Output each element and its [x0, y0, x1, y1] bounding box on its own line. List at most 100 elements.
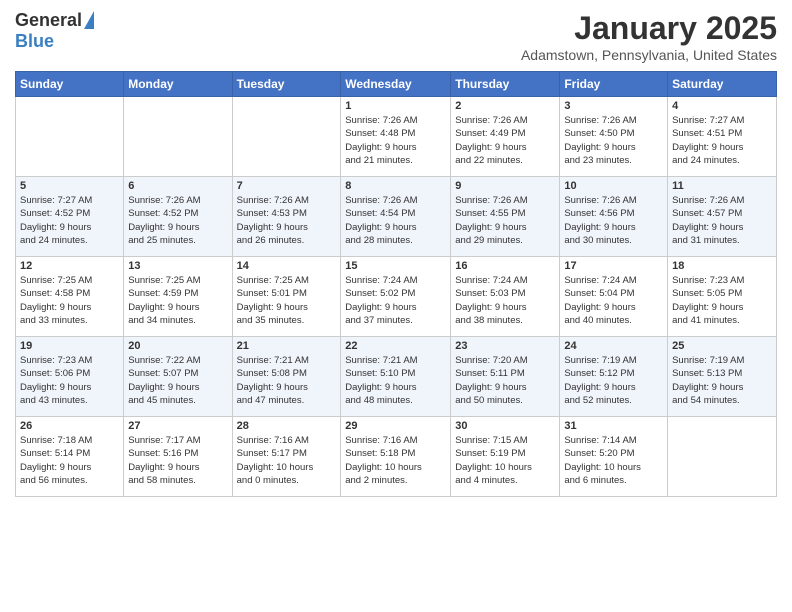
calendar-cell: 24 Sunrise: 7:19 AMSunset: 5:12 PMDayligh… — [560, 337, 668, 417]
day-info: Sunrise: 7:21 AMSunset: 5:10 PMDaylight:… — [345, 354, 446, 407]
day-number: 24 — [564, 340, 663, 352]
calendar-cell: 11 Sunrise: 7:26 AMSunset: 4:57 PMDayligh… — [668, 177, 777, 257]
day-info: Sunrise: 7:23 AMSunset: 5:06 PMDaylight:… — [20, 354, 119, 407]
logo-general-text: General — [15, 10, 82, 31]
day-number: 10 — [564, 180, 663, 192]
calendar-cell: 25Sunrise: 7:19 AMSunset: 5:13 PMDayligh… — [668, 337, 777, 417]
calendar-cell: 29 Sunrise: 7:16 AMSunset: 5:18 PMDayligh… — [341, 417, 451, 497]
calendar-table: Sunday Monday Tuesday Wednesday Thursday… — [15, 71, 777, 497]
calendar-cell: 27 Sunrise: 7:17 AMSunset: 5:16 PMDayligh… — [124, 417, 232, 497]
calendar-cell: 14 Sunrise: 7:25 AMSunset: 5:01 PMDayligh… — [232, 257, 341, 337]
day-number: 28 — [237, 420, 337, 432]
day-number: 18 — [672, 260, 772, 272]
day-info: Sunrise: 7:26 AMSunset: 4:50 PMDaylight:… — [564, 114, 663, 167]
day-info: Sunrise: 7:14 AMSunset: 5:20 PMDaylight:… — [564, 434, 663, 487]
calendar-cell: 22 Sunrise: 7:21 AMSunset: 5:10 PMDayligh… — [341, 337, 451, 417]
logo: General Blue — [15, 10, 94, 52]
logo-blue-text: Blue — [15, 31, 54, 52]
day-info: Sunrise: 7:19 AMSunset: 5:12 PMDaylight:… — [564, 354, 663, 407]
day-number: 1 — [345, 100, 446, 112]
month-title: January 2025 — [521, 10, 777, 47]
calendar-cell: 17 Sunrise: 7:24 AMSunset: 5:04 PMDayligh… — [560, 257, 668, 337]
calendar-cell: 16Sunrise: 7:24 AMSunset: 5:03 PMDayligh… — [451, 257, 560, 337]
day-number: 3 — [564, 100, 663, 112]
day-number: 25 — [672, 340, 772, 352]
calendar-cell: 28Sunrise: 7:16 AMSunset: 5:17 PMDayligh… — [232, 417, 341, 497]
day-info: Sunrise: 7:17 AMSunset: 5:16 PMDaylight:… — [128, 434, 227, 487]
day-number: 6 — [128, 180, 227, 192]
day-info: Sunrise: 7:22 AMSunset: 5:07 PMDaylight:… — [128, 354, 227, 407]
calendar-week-row: 1 Sunrise: 7:26 AMSunset: 4:48 PMDaylight… — [16, 97, 777, 177]
calendar-header-row: Sunday Monday Tuesday Wednesday Thursday… — [16, 72, 777, 97]
day-number: 26 — [20, 420, 119, 432]
day-info: Sunrise: 7:25 AMSunset: 5:01 PMDaylight:… — [237, 274, 337, 327]
calendar-cell: 20 Sunrise: 7:22 AMSunset: 5:07 PMDayligh… — [124, 337, 232, 417]
day-info: Sunrise: 7:16 AMSunset: 5:18 PMDaylight:… — [345, 434, 446, 487]
day-info: Sunrise: 7:26 AMSunset: 4:54 PMDaylight:… — [345, 194, 446, 247]
logo-text: General — [15, 10, 94, 31]
col-wednesday: Wednesday — [341, 72, 451, 97]
calendar-week-row: 19 Sunrise: 7:23 AMSunset: 5:06 PMDayligh… — [16, 337, 777, 417]
day-info: Sunrise: 7:25 AMSunset: 4:58 PMDaylight:… — [20, 274, 119, 327]
col-sunday: Sunday — [16, 72, 124, 97]
day-number: 7 — [237, 180, 337, 192]
calendar-cell: 9Sunrise: 7:26 AMSunset: 4:55 PMDaylight… — [451, 177, 560, 257]
calendar-cell — [668, 417, 777, 497]
calendar-cell: 12 Sunrise: 7:25 AMSunset: 4:58 PMDayligh… — [16, 257, 124, 337]
day-number: 19 — [20, 340, 119, 352]
calendar-cell: 31 Sunrise: 7:14 AMSunset: 5:20 PMDayligh… — [560, 417, 668, 497]
col-thursday: Thursday — [451, 72, 560, 97]
day-number: 11 — [672, 180, 772, 192]
header: General Blue January 2025 Adamstown, Pen… — [15, 10, 777, 63]
day-number: 22 — [345, 340, 446, 352]
day-number: 23 — [455, 340, 555, 352]
col-saturday: Saturday — [668, 72, 777, 97]
day-info: Sunrise: 7:26 AMSunset: 4:53 PMDaylight:… — [237, 194, 337, 247]
calendar-cell: 1 Sunrise: 7:26 AMSunset: 4:48 PMDaylight… — [341, 97, 451, 177]
calendar-cell: 13Sunrise: 7:25 AMSunset: 4:59 PMDayligh… — [124, 257, 232, 337]
day-number: 15 — [345, 260, 446, 272]
day-number: 9 — [455, 180, 555, 192]
calendar-cell: 19 Sunrise: 7:23 AMSunset: 5:06 PMDayligh… — [16, 337, 124, 417]
day-info: Sunrise: 7:24 AMSunset: 5:04 PMDaylight:… — [564, 274, 663, 327]
day-info: Sunrise: 7:27 AMSunset: 4:52 PMDaylight:… — [20, 194, 119, 247]
day-info: Sunrise: 7:26 AMSunset: 4:56 PMDaylight:… — [564, 194, 663, 247]
day-number: 5 — [20, 180, 119, 192]
day-info: Sunrise: 7:20 AMSunset: 5:11 PMDaylight:… — [455, 354, 555, 407]
logo-triangle-icon — [84, 11, 94, 29]
calendar-cell: 26 Sunrise: 7:18 AMSunset: 5:14 PMDayligh… — [16, 417, 124, 497]
calendar-cell: 8Sunrise: 7:26 AMSunset: 4:54 PMDaylight… — [341, 177, 451, 257]
day-number: 20 — [128, 340, 227, 352]
day-info: Sunrise: 7:18 AMSunset: 5:14 PMDaylight:… — [20, 434, 119, 487]
day-info: Sunrise: 7:26 AMSunset: 4:52 PMDaylight:… — [128, 194, 227, 247]
day-number: 13 — [128, 260, 227, 272]
calendar-cell: 3 Sunrise: 7:26 AMSunset: 4:50 PMDaylight… — [560, 97, 668, 177]
calendar-cell: 10 Sunrise: 7:26 AMSunset: 4:56 PMDayligh… — [560, 177, 668, 257]
calendar-cell: 6 Sunrise: 7:26 AMSunset: 4:52 PMDaylight… — [124, 177, 232, 257]
day-info: Sunrise: 7:26 AMSunset: 4:49 PMDaylight:… — [455, 114, 555, 167]
day-info: Sunrise: 7:23 AMSunset: 5:05 PMDaylight:… — [672, 274, 772, 327]
day-number: 16 — [455, 260, 555, 272]
calendar-cell: 23 Sunrise: 7:20 AMSunset: 5:11 PMDayligh… — [451, 337, 560, 417]
day-number: 29 — [345, 420, 446, 432]
calendar-cell — [232, 97, 341, 177]
day-info: Sunrise: 7:21 AMSunset: 5:08 PMDaylight:… — [237, 354, 337, 407]
day-number: 27 — [128, 420, 227, 432]
title-block: January 2025 Adamstown, Pennsylvania, Un… — [521, 10, 777, 63]
day-number: 17 — [564, 260, 663, 272]
day-number: 12 — [20, 260, 119, 272]
page: General Blue January 2025 Adamstown, Pen… — [0, 0, 792, 612]
calendar-cell: 7 Sunrise: 7:26 AMSunset: 4:53 PMDaylight… — [232, 177, 341, 257]
day-info: Sunrise: 7:26 AMSunset: 4:57 PMDaylight:… — [672, 194, 772, 247]
calendar-cell: 4Sunrise: 7:27 AMSunset: 4:51 PMDaylight… — [668, 97, 777, 177]
day-number: 2 — [455, 100, 555, 112]
day-info: Sunrise: 7:26 AMSunset: 4:48 PMDaylight:… — [345, 114, 446, 167]
col-monday: Monday — [124, 72, 232, 97]
calendar-cell: 21 Sunrise: 7:21 AMSunset: 5:08 PMDayligh… — [232, 337, 341, 417]
day-number: 14 — [237, 260, 337, 272]
calendar-cell: 18 Sunrise: 7:23 AMSunset: 5:05 PMDayligh… — [668, 257, 777, 337]
day-number: 31 — [564, 420, 663, 432]
calendar-cell: 30Sunrise: 7:15 AMSunset: 5:19 PMDayligh… — [451, 417, 560, 497]
calendar-cell — [16, 97, 124, 177]
day-number: 21 — [237, 340, 337, 352]
